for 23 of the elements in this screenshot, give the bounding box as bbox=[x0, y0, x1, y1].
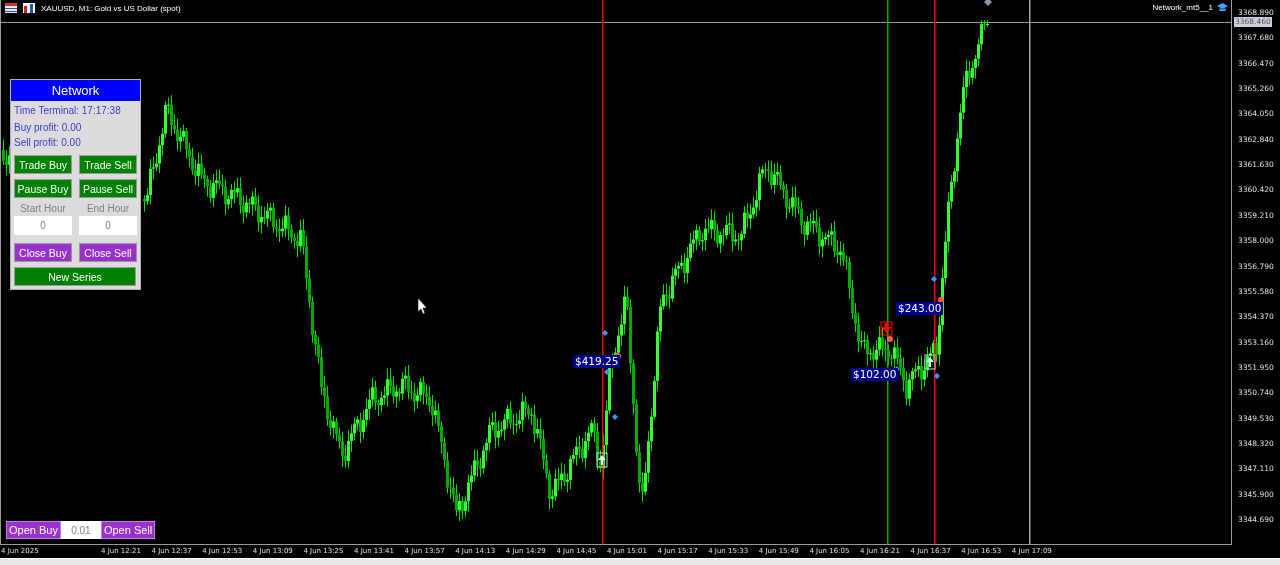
profit-label: $102.00 bbox=[851, 368, 899, 381]
info-text: Buy profit: 0.00 bbox=[13, 121, 83, 135]
hour-field[interactable]: 0 bbox=[14, 216, 72, 235]
new-series-button[interactable]: New Series bbox=[14, 267, 136, 286]
expert-name: Network_mt5__1 bbox=[1152, 3, 1213, 12]
panel-button[interactable]: Pause Buy bbox=[14, 179, 72, 198]
panel-button[interactable]: Trade Buy bbox=[14, 155, 72, 174]
field-label: End Hour bbox=[85, 203, 131, 214]
close-button[interactable]: Close Sell bbox=[79, 243, 137, 262]
lot-field[interactable]: 0.01 bbox=[60, 521, 101, 539]
open-buy-button[interactable]: Open Buy bbox=[6, 521, 61, 539]
hour-field[interactable]: 0 bbox=[79, 216, 137, 235]
info-text: Sell profit: 0.00 bbox=[13, 136, 82, 150]
panel-button[interactable]: Trade Sell bbox=[79, 155, 137, 174]
panel-button[interactable]: Pause Sell bbox=[79, 179, 137, 198]
open-sell-button[interactable]: Open Sell bbox=[100, 521, 156, 539]
panel-title: Network bbox=[11, 80, 140, 101]
profit-label: $243.00 bbox=[896, 302, 944, 315]
profit-label: $419.25 bbox=[573, 355, 621, 368]
chart-title: XAUUSD, M1: Gold vs US Dollar (spot) bbox=[41, 3, 181, 13]
info-text: Time Terminal: 17:17:38 bbox=[13, 104, 122, 118]
close-button[interactable]: Close Buy bbox=[14, 243, 72, 262]
field-label: Start Hour bbox=[19, 203, 67, 214]
